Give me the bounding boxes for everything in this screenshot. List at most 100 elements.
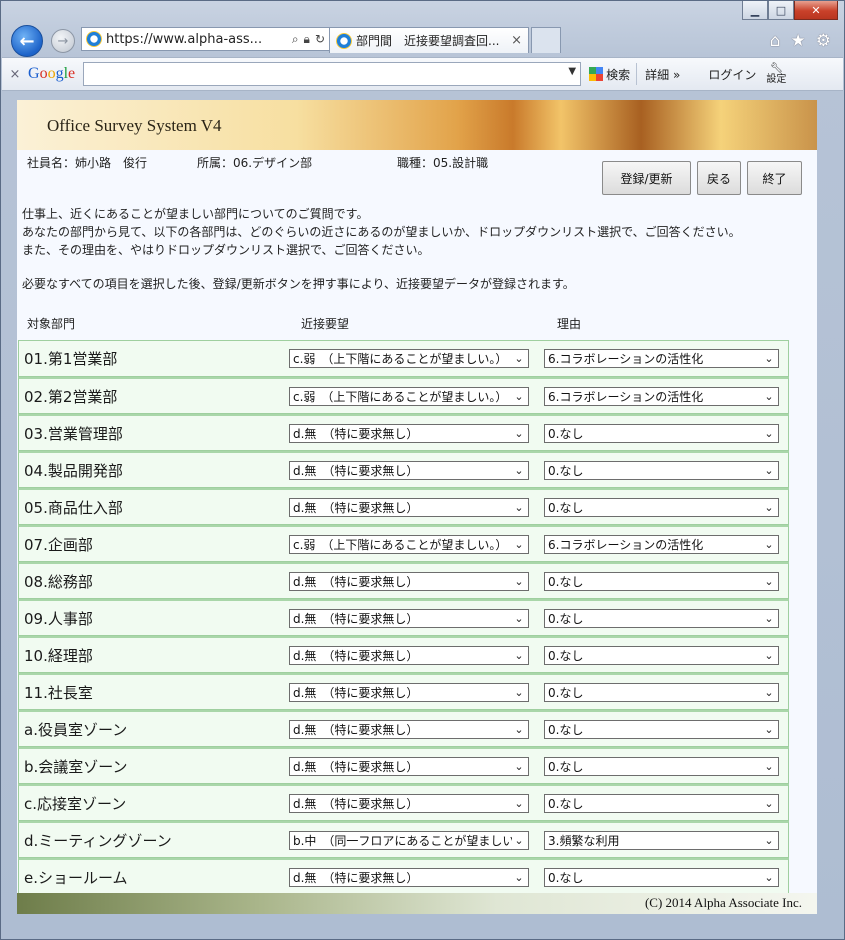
register-button[interactable]: 登録/更新 [602,161,691,195]
target-department: b.会議室ゾーン [24,757,128,776]
chevron-down-icon[interactable]: ⌄ [762,425,776,441]
chevron-down-icon[interactable]: ⌄ [762,499,776,515]
chevron-down-icon[interactable]: ⌄ [512,536,526,552]
reason-select[interactable]: 0.なし ⌄ [544,460,779,480]
chevron-down-icon[interactable]: ⌄ [512,721,526,737]
proximity-value: d.無 （特に要求無し） [293,685,419,700]
tab-survey[interactable]: 部門間 近接要望調査回... × [329,27,529,53]
reason-select[interactable]: 0.なし ⌄ [544,497,779,517]
proximity-select[interactable]: d.無 （特に要求無し） ⌄ [289,719,529,739]
proximity-select[interactable]: d.無 （特に要求無し） ⌄ [289,793,529,813]
reason-select[interactable]: 6.コラボレーションの活性化 ⌄ [544,349,779,368]
proximity-select[interactable]: d.無 （特に要求無し） ⌄ [289,497,529,517]
proximity-value: c.弱 （上下階にあることが望ましい。） [293,352,508,366]
reason-select[interactable]: 0.なし ⌄ [544,608,779,628]
google-search-button[interactable]: 検索 [589,66,630,83]
proximity-select[interactable]: d.無 （特に要求無し） ⌄ [289,682,529,702]
lock-icon[interactable]: 🔒︎ [304,32,310,47]
proximity-select[interactable]: d.無 （特に要求無し） ⌄ [289,608,529,628]
chevron-down-icon[interactable]: ⌄ [512,684,526,700]
address-bar[interactable]: https://www.alpha-ass... ⌕ 🔒︎ ↻ [81,27,331,51]
reason-select[interactable]: 0.なし ⌄ [544,719,779,739]
chevron-down-icon[interactable]: ⌄ [512,610,526,626]
proximity-select[interactable]: c.弱 （上下階にあることが望ましい。） ⌄ [289,534,529,554]
chevron-down-icon[interactable]: ⌄ [512,832,526,848]
chevron-down-icon[interactable]: ⌄ [762,758,776,774]
reason-select[interactable]: 0.なし ⌄ [544,423,779,443]
search-icon[interactable]: ⌕ [292,32,299,47]
chevron-down-icon[interactable]: ⌄ [512,758,526,774]
table-row: a.役員室ゾーン d.無 （特に要求無し） ⌄ 0.なし ⌄ [18,710,789,747]
chevron-down-icon[interactable]: ⌄ [762,647,776,663]
reason-select[interactable]: 0.なし ⌄ [544,645,779,665]
chevron-down-icon[interactable]: ⌄ [762,573,776,589]
reason-select[interactable]: 0.なし ⌄ [544,756,779,776]
proximity-value: d.無 （特に要求無し） [293,574,419,589]
proximity-select[interactable]: d.無 （特に要求無し） ⌄ [289,756,529,776]
reason-select[interactable]: 3.頻繁な利用 ⌄ [544,830,779,850]
chevron-down-icon[interactable]: ⌄ [762,388,776,404]
chevron-down-icon[interactable]: ⌄ [512,869,526,885]
chevron-down-icon[interactable]: ⌄ [512,462,526,478]
chevron-down-icon[interactable]: ⌄ [762,684,776,700]
chevron-down-icon[interactable]: ⌄ [762,462,776,478]
proximity-select[interactable]: c.弱 （上下階にあることが望ましい。） ⌄ [289,386,529,406]
proximity-value: d.無 （特に要求無し） [293,722,419,737]
minimize-icon[interactable]: ▁ [742,1,768,20]
footer: (C) 2014 Alpha Associate Inc. [17,893,817,914]
reason-select[interactable]: 6.コラボレーションの活性化 ⌄ [544,534,779,554]
target-department: 11.社長室 [24,683,93,702]
chevron-down-icon[interactable]: ⌄ [762,610,776,626]
chevron-down-icon[interactable]: ⌄ [512,425,526,441]
reason-select[interactable]: 0.なし ⌄ [544,867,779,887]
reason-value: 0.なし [548,685,584,700]
proximity-select[interactable]: d.無 （特に要求無し） ⌄ [289,460,529,480]
new-tab-button[interactable] [531,27,561,53]
exit-button[interactable]: 終了 [747,161,802,195]
settings-button[interactable]: 🔧︎ 設定 [766,63,786,85]
favorites-star-icon[interactable]: ★ [791,31,806,51]
proximity-value: d.無 （特に要求無し） [293,463,419,478]
proximity-select[interactable]: d.無 （特に要求無し） ⌄ [289,867,529,887]
proximity-select[interactable]: b.中 （同一フロアにあることが望ましい。） ⌄ [289,830,529,850]
chevron-down-icon[interactable]: ⌄ [762,351,776,366]
more-button[interactable]: 詳細 » [645,66,680,83]
maximize-icon[interactable]: □ [768,1,794,20]
tab-close-icon[interactable]: × [511,33,522,48]
chevron-down-icon[interactable]: ⌄ [512,499,526,515]
target-department: 08.総務部 [24,572,93,591]
chevron-down-icon[interactable]: ⌄ [512,351,526,366]
chevron-down-icon[interactable]: ⌄ [512,647,526,663]
gear-icon[interactable]: ⚙ [816,31,831,51]
user-name: 社員名：姉小路 俊行 [27,156,148,170]
reason-select[interactable]: 0.なし ⌄ [544,571,779,591]
chevron-down-icon[interactable]: ⌄ [512,388,526,404]
intro-line: あなたの部門から見て、以下の各部門は、どのぐらいの近さにあるのが望ましいか、ドロ… [22,225,741,239]
chevron-down-icon[interactable]: ⌄ [512,795,526,811]
reason-select[interactable]: 6.コラボレーションの活性化 ⌄ [544,386,779,406]
chevron-down-icon[interactable]: ⌄ [512,573,526,589]
proximity-select[interactable]: c.弱 （上下階にあることが望ましい。） ⌄ [289,349,529,368]
proximity-select[interactable]: d.無 （特に要求無し） ⌄ [289,645,529,665]
close-window-icon[interactable]: ✕ [794,1,838,20]
chevron-down-icon[interactable]: ⌄ [762,795,776,811]
login-button[interactable]: ログイン [708,66,756,83]
refresh-icon[interactable]: ↻ [315,32,325,47]
back-arrow-icon[interactable]: ← [11,25,43,57]
chevron-down-icon[interactable]: ▼ [568,66,576,77]
chevron-down-icon[interactable]: ⌄ [762,721,776,737]
back-button[interactable]: 戻る [697,161,741,195]
reason-select[interactable]: 0.なし ⌄ [544,793,779,813]
chevron-down-icon[interactable]: ⌄ [762,832,776,848]
toolbar-close-icon[interactable]: × [2,67,28,82]
home-icon[interactable]: ⌂ [770,31,781,51]
reason-select[interactable]: 0.なし ⌄ [544,682,779,702]
address-tools: ⌕ 🔒︎ ↻ [292,32,330,47]
chevron-down-icon[interactable]: ⌄ [762,536,776,552]
chevron-down-icon[interactable]: ⌄ [762,869,776,885]
target-department: 04.製品開発部 [24,461,123,480]
proximity-select[interactable]: d.無 （特に要求無し） ⌄ [289,423,529,443]
proximity-select[interactable]: d.無 （特に要求無し） ⌄ [289,571,529,591]
google-search-input[interactable]: ▼ [83,62,582,86]
forward-arrow-icon[interactable]: → [51,29,75,53]
